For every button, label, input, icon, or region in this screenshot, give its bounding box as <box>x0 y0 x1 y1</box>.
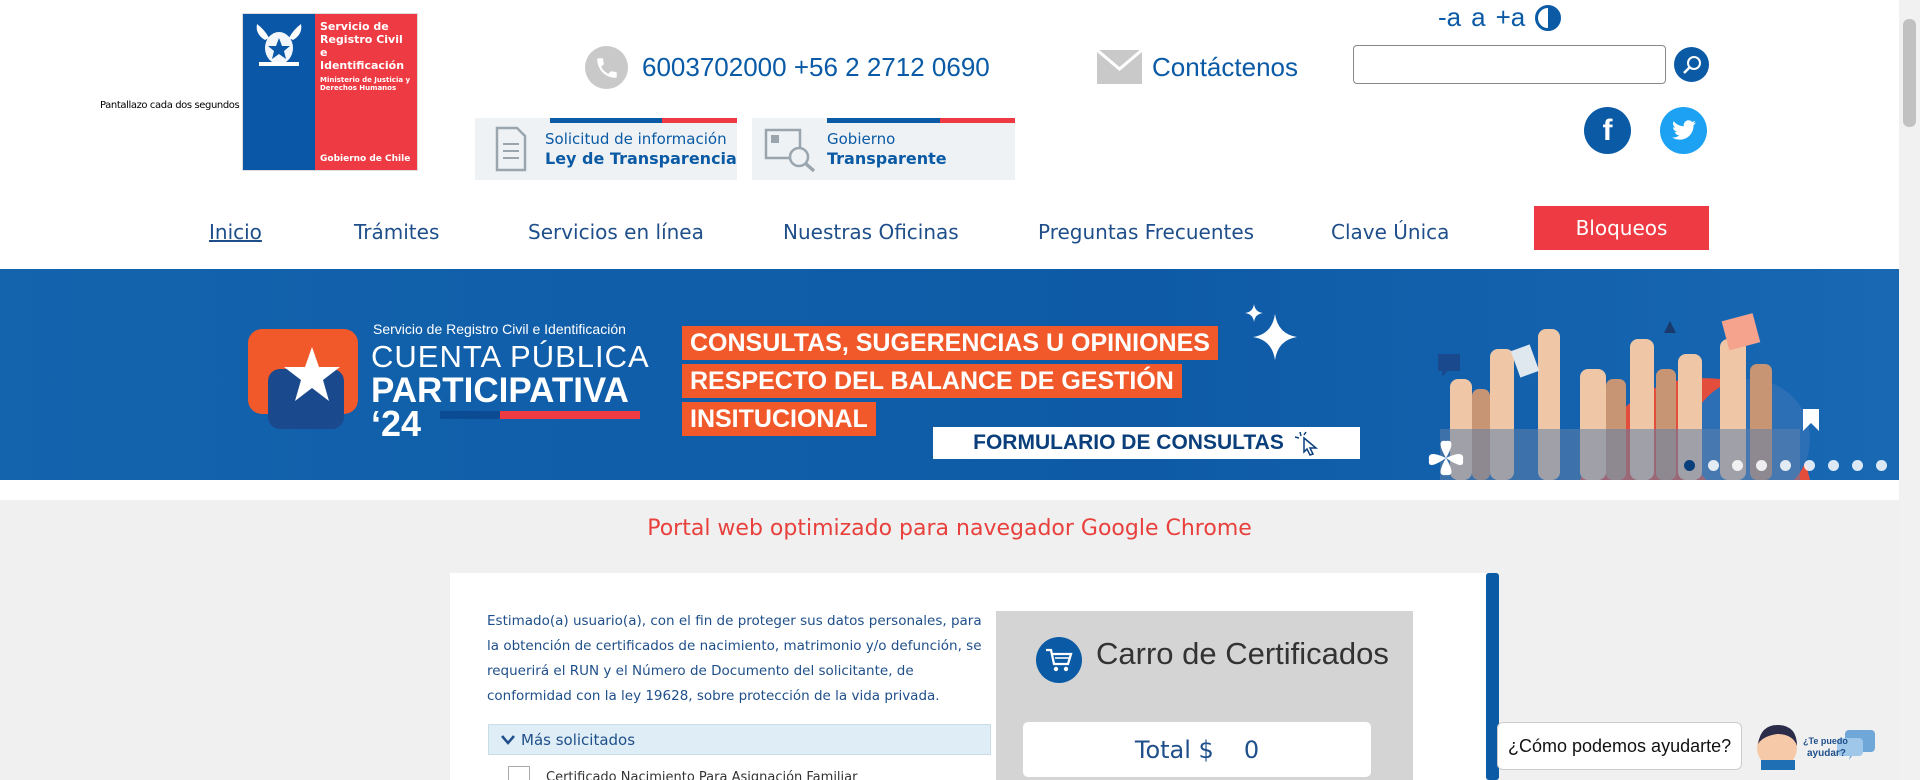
nav-tramites[interactable]: Trámites <box>354 220 439 244</box>
carousel-dot[interactable] <box>1732 460 1743 471</box>
document-icon <box>495 126 527 172</box>
magnifier-document-icon <box>764 128 816 173</box>
contact-label: Contáctenos <box>1152 51 1298 82</box>
consult-form-button[interactable]: FORMULARIO DE CONSULTAS <box>933 427 1360 459</box>
cart-title: Carro de Certificados <box>1096 636 1389 671</box>
help-chat-question: ¿Cómo podemos ayudarte? <box>1508 735 1732 756</box>
chile-crest-icon <box>256 24 302 66</box>
browser-notice: Portal web optimizado para navegador Goo… <box>647 516 1252 541</box>
cart-total: Total $ 0 <box>1023 722 1371 777</box>
font-increase-button[interactable]: +a <box>1496 2 1526 33</box>
transparency-bar <box>550 118 737 123</box>
phone-number[interactable]: 6003702000 +56 2 2712 0690 <box>642 52 990 83</box>
logo-ministry: Ministerio de Justicia y Derechos Humano… <box>320 76 411 92</box>
search-button[interactable] <box>1674 47 1709 82</box>
transparency-request-link[interactable]: Solicitud de información Ley de Transpar… <box>475 118 737 180</box>
carousel-dots <box>1684 460 1887 471</box>
nav-nuestras-oficinas[interactable]: Nuestras Oficinas <box>783 220 959 244</box>
most-requested-toggle[interactable]: Más solicitados <box>488 724 991 755</box>
flower-icon <box>1428 440 1464 476</box>
banner-line-2: RESPECTO DEL BALANCE DE GESTIÓN <box>682 364 1182 398</box>
sparkle-icon <box>1245 304 1297 360</box>
carousel-dot[interactable] <box>1876 460 1887 471</box>
search-input[interactable] <box>1353 45 1666 84</box>
cart-total-label: Total $ <box>1134 735 1214 764</box>
carousel-dot[interactable] <box>1684 460 1695 471</box>
banner-line-3: INSITUCIONAL <box>682 402 876 436</box>
chat-assistant-text-1: ¿Te puedo <box>1803 736 1848 746</box>
carousel-dot[interactable] <box>1852 460 1863 471</box>
nav-servicios-en-linea[interactable]: Servicios en línea <box>528 220 704 244</box>
carousel-dot[interactable] <box>1804 460 1815 471</box>
carousel-dot[interactable] <box>1756 460 1767 471</box>
search-icon <box>1682 55 1701 74</box>
banner-year: ‘24 <box>371 403 422 444</box>
privacy-notice: Estimado(a) usuario(a), con el fin de pr… <box>487 613 982 704</box>
certificate-item-label: Certificado Nacimiento Para Asignación F… <box>546 769 858 780</box>
contact-link[interactable]: Contáctenos <box>1097 50 1298 84</box>
browser-scrollbar[interactable] <box>1899 0 1920 780</box>
consult-form-label: FORMULARIO DE CONSULTAS <box>973 431 1284 454</box>
phone-icon <box>585 46 628 89</box>
carousel-dot[interactable] <box>1828 460 1839 471</box>
most-requested-label: Más solicitados <box>521 730 636 749</box>
page: Pantallazo cada dos segundos Servicio de… <box>0 0 1899 780</box>
phone-contact: 6003702000 +56 2 2712 0690 <box>585 46 990 89</box>
hero-banner[interactable]: Servicio de Registro Civil e Identificac… <box>0 269 1899 480</box>
transparent-government-link[interactable]: Gobierno Transparente <box>752 118 1015 180</box>
font-size-controls: -a a +a <box>1438 2 1562 33</box>
cursor-click-icon <box>1294 431 1318 456</box>
logo-government: Gobierno de Chile <box>320 154 411 164</box>
cart-total-value: 0 <box>1243 735 1260 764</box>
banner-line-1: CONSULTAS, SUGERENCIAS U OPINIONES <box>682 326 1218 360</box>
logo-title: Servicio de Registro Civil e Identificac… <box>320 20 405 72</box>
tagline: Pantallazo cada dos segundos <box>100 100 240 111</box>
carousel-dot[interactable] <box>1708 460 1719 471</box>
envelope-icon <box>1097 50 1142 84</box>
certificate-item[interactable]: Certificado Nacimiento Para Asignación F… <box>508 766 857 780</box>
transparency-line1: Solicitud de información <box>545 130 727 148</box>
banner-underline <box>440 411 640 419</box>
nav-clave-unica[interactable]: Clave Única <box>1331 220 1449 244</box>
facebook-icon[interactable]: f <box>1584 107 1631 154</box>
logo-red-panel: Servicio de Registro Civil e Identificac… <box>315 14 417 170</box>
logo-blue-panel <box>243 14 315 170</box>
chat-assistant-icon[interactable]: ¿Te puedo ayudar? <box>1755 722 1880 770</box>
help-chat-prompt[interactable]: ¿Cómo podemos ayudarte? <box>1497 722 1743 770</box>
banner-institution: Servicio de Registro Civil e Identificac… <box>373 321 626 337</box>
chevron-down-icon <box>501 734 515 745</box>
cart-icon <box>1036 637 1082 683</box>
nav-preguntas-frecuentes[interactable]: Preguntas Frecuentes <box>1038 220 1254 244</box>
nav-inicio[interactable]: Inicio <box>209 220 262 244</box>
raised-hands-illustration <box>1438 313 1819 480</box>
registro-civil-logo[interactable]: Servicio de Registro Civil e Identificac… <box>242 13 418 171</box>
bloqueos-button[interactable]: Bloqueos <box>1534 206 1709 250</box>
banner-cuenta: CUENTA PÚBLICA <box>371 339 650 374</box>
twitter-icon[interactable] <box>1660 107 1707 154</box>
scrollbar-thumb[interactable] <box>1903 19 1916 127</box>
certificate-checkbox[interactable] <box>508 766 530 780</box>
carousel-dot[interactable] <box>1780 460 1791 471</box>
chat-assistant-text-2: ayudar? <box>1807 748 1846 759</box>
font-normal-button[interactable]: a <box>1471 2 1485 33</box>
transparency-line2: Ley de Transparencia <box>545 149 737 168</box>
contrast-toggle-icon[interactable] <box>1535 4 1562 31</box>
font-decrease-button[interactable]: -a <box>1438 2 1461 33</box>
star-icon <box>284 347 340 401</box>
transparency-bar <box>827 118 1015 123</box>
gov-line2: Transparente <box>827 149 947 168</box>
gov-line1: Gobierno <box>827 130 896 148</box>
